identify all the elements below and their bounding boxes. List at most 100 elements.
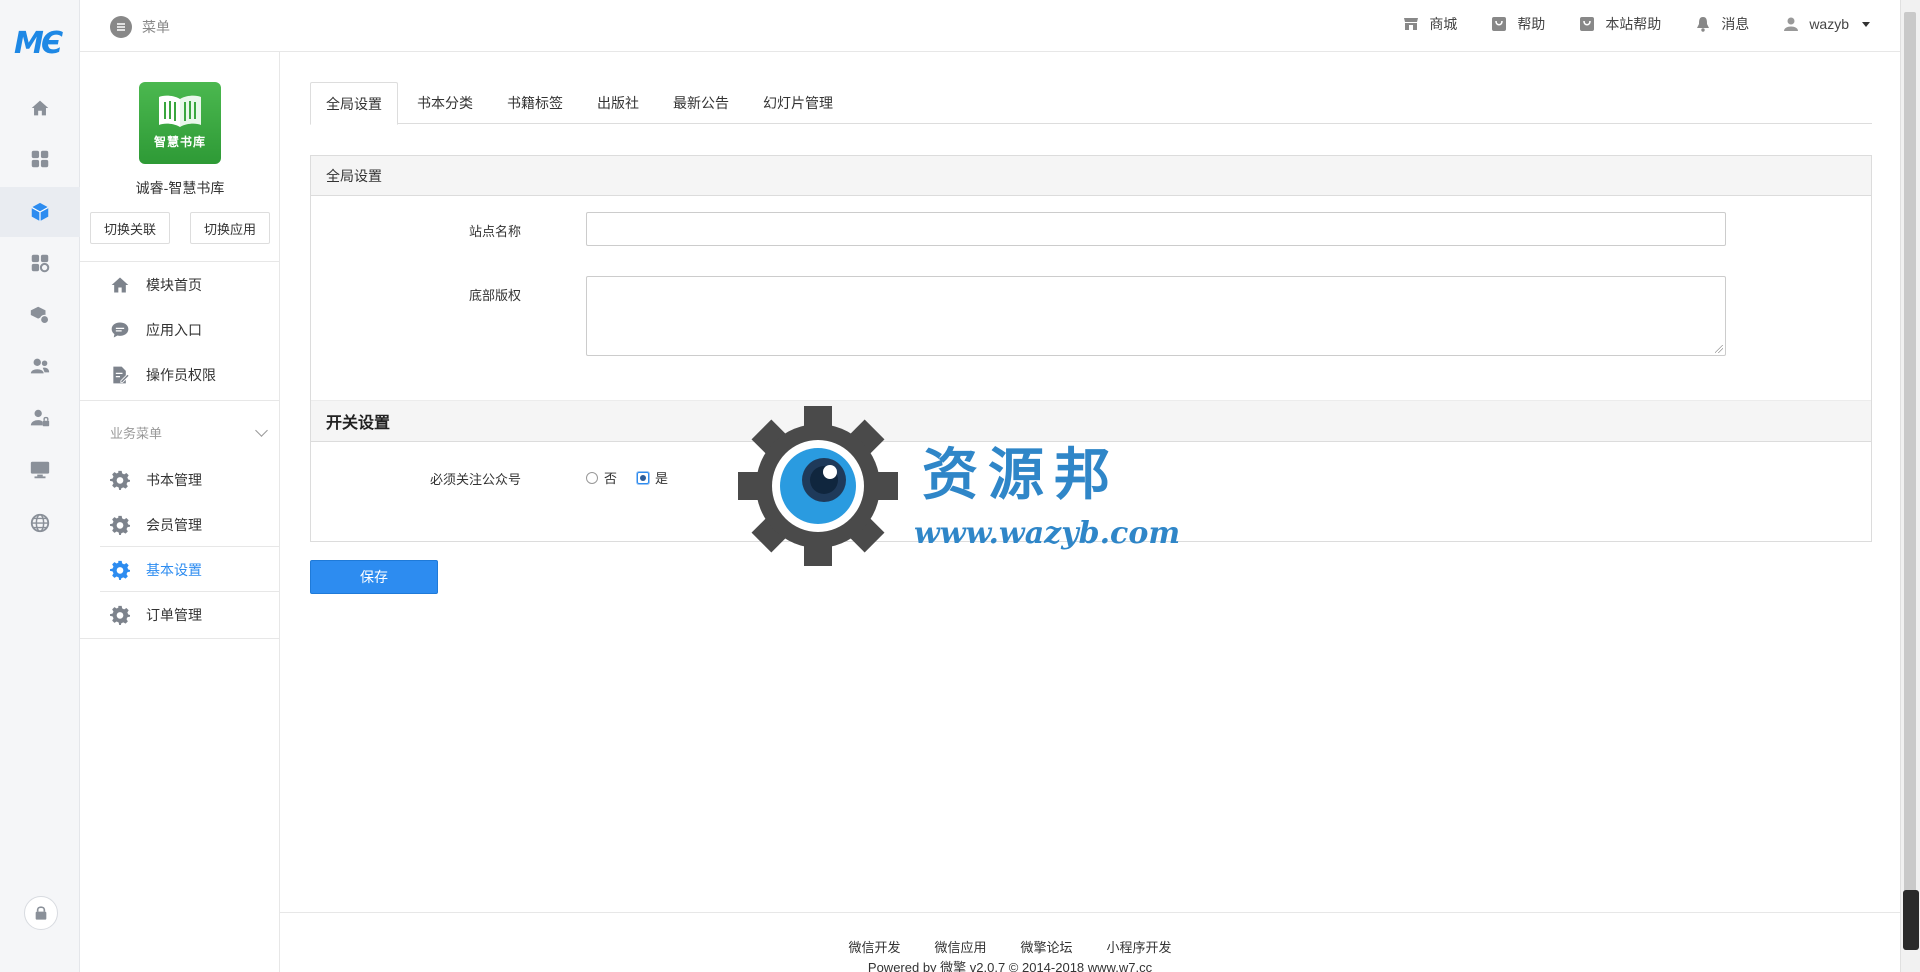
rail-site[interactable] (0, 498, 80, 548)
lock-button[interactable] (24, 896, 58, 930)
menu-toggle[interactable]: 菜单 (110, 16, 170, 38)
follow-account-radio-group: 否 是 (586, 468, 668, 487)
watermark: 资源邦 www.wazyb.com (736, 404, 1206, 568)
gear-icon (110, 515, 130, 535)
bell-icon (1697, 17, 1710, 32)
help-icon (1580, 17, 1595, 31)
scrollbar-widget (1903, 890, 1919, 950)
module-sidebar: 智慧书库 诚睿-智慧书库 切换关联 切换应用 模块首页 应用入口 操作员权限 业… (80, 52, 280, 972)
package-icon (30, 306, 50, 325)
copyright-label: 底部版权 (468, 288, 521, 303)
sidebar-item-order-management[interactable]: 订单管理 (80, 592, 280, 637)
settings-tabs: 全局设置 书本分类 书籍标签 出版社 最新公告 幻灯片管理 (310, 82, 1872, 125)
sidebar-item-book-management[interactable]: 书本管理 (80, 457, 280, 502)
sidebar-item-label: 模块首页 (146, 276, 202, 293)
switch-relation-button[interactable]: 切换关联 (90, 212, 170, 244)
page-scrollbar[interactable] (1900, 0, 1920, 972)
gear-icon (110, 560, 130, 580)
top-link-label: 本站帮助 (1605, 16, 1662, 32)
tab-slideshow[interactable]: 幻灯片管理 (748, 82, 848, 124)
apps-grid-icon (31, 150, 49, 168)
sidebar-item-app-entry[interactable]: 应用入口 (80, 307, 280, 352)
tab-book-category[interactable]: 书本分类 (402, 82, 488, 124)
store-icon (1404, 18, 1419, 30)
chat-icon (111, 322, 129, 337)
radio-no[interactable] (586, 471, 598, 484)
tab-publisher[interactable]: 出版社 (582, 82, 654, 124)
sidebar-item-label: 会员管理 (146, 516, 202, 533)
monitor-icon (30, 461, 50, 479)
tab-global-settings[interactable]: 全局设置 (310, 82, 398, 125)
scrollbar-thumb[interactable] (1904, 12, 1916, 942)
top-bar: 菜单 商城 帮助 本站帮助 消息 wazyb (80, 0, 1900, 52)
sidebar-item-label: 应用入口 (146, 321, 202, 338)
switch-app-button[interactable]: 切换应用 (190, 212, 270, 244)
divider (80, 400, 280, 401)
menu-label: 菜单 (142, 19, 170, 35)
lock-icon (35, 906, 47, 920)
gear-icon (110, 470, 130, 490)
radio-yes-label: 是 (655, 471, 669, 486)
tab-announcements[interactable]: 最新公告 (658, 82, 744, 124)
save-button[interactable]: 保存 (310, 560, 438, 594)
sidebar-item-module-home[interactable]: 模块首页 (80, 262, 280, 307)
help-icon (1492, 17, 1507, 31)
top-link-store[interactable]: 商城 (1403, 14, 1457, 34)
rail-system[interactable] (0, 445, 80, 495)
app-logo-text: 智慧书库 (153, 134, 206, 149)
tab-book-tags[interactable]: 书籍标签 (492, 82, 578, 124)
group-business-menu[interactable]: 业务菜单 (80, 412, 280, 452)
footer-link-forum[interactable]: 微擎论坛 (1021, 937, 1073, 956)
rail-module[interactable] (0, 187, 80, 237)
panel-title: 全局设置 (311, 156, 1871, 196)
rail-store[interactable] (0, 290, 80, 340)
sidebar-item-label: 书本管理 (146, 471, 202, 488)
rail-plugins[interactable] (0, 238, 80, 288)
radio-yes[interactable] (637, 471, 650, 484)
top-link-site-help[interactable]: 本站帮助 (1579, 14, 1661, 34)
watermark-url: www.wazyb.com (914, 516, 1181, 551)
sidebar-item-label: 基本设置 (146, 561, 202, 578)
rail-users[interactable] (0, 341, 80, 391)
sidebar-item-label: 操作员权限 (146, 366, 216, 383)
user-name: wazyb (1809, 16, 1849, 32)
sidebar-item-member-management[interactable]: 会员管理 (80, 502, 280, 547)
divider (80, 638, 280, 639)
sidebar-item-operator-permissions[interactable]: 操作员权限 (80, 352, 280, 397)
caret-down-icon (1862, 21, 1870, 27)
edit-doc-icon (113, 366, 130, 383)
sidebar-item-label: 订单管理 (146, 606, 202, 623)
sidebar-item-basic-settings[interactable]: 基本设置 (80, 547, 280, 592)
home-icon (31, 100, 49, 116)
chevron-down-icon (255, 424, 268, 437)
app-name: 诚睿-智慧书库 (135, 180, 225, 196)
site-name-input[interactable] (586, 212, 1726, 246)
user-menu[interactable]: wazyb (1783, 16, 1870, 32)
top-link-label: 消息 (1721, 16, 1750, 32)
user-lock-icon (30, 409, 50, 427)
gear-eye-logo-icon (738, 406, 898, 566)
radio-no-label: 否 (604, 471, 618, 486)
top-link-label: 商城 (1429, 16, 1458, 32)
rail-account[interactable] (0, 393, 80, 443)
footer: 微信开发 微信应用 微擎论坛 小程序开发 Powered by 微擎 v2.0.… (280, 912, 1900, 972)
site-name-label: 站点名称 (468, 224, 521, 239)
top-link-messages[interactable]: 消息 (1695, 14, 1749, 34)
footer-link-miniprogram[interactable]: 小程序开发 (1107, 937, 1172, 956)
cube-icon (31, 202, 49, 222)
home-icon (111, 277, 129, 292)
footer-link-wechat-apps[interactable]: 微信应用 (934, 937, 986, 956)
footer-link-wechat-dev[interactable]: 微信开发 (848, 937, 900, 956)
gear-icon (110, 605, 130, 625)
brand-logo[interactable]: MЄ (14, 26, 66, 61)
rail-home[interactable] (0, 83, 80, 133)
list-icon (110, 16, 132, 38)
globe-icon (30, 513, 50, 533)
rail-apps[interactable] (0, 134, 80, 184)
icon-rail: MЄ (0, 0, 80, 972)
resize-grip-icon[interactable] (1715, 345, 1723, 353)
top-link-label: 帮助 (1517, 16, 1546, 32)
top-link-help[interactable]: 帮助 (1491, 14, 1545, 34)
copyright-textarea[interactable] (586, 276, 1726, 356)
follow-account-label: 必须关注公众号 (429, 472, 521, 487)
